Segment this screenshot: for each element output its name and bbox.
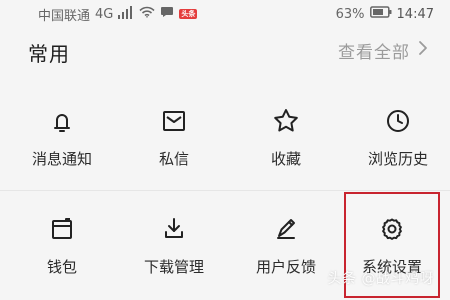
clock-icon bbox=[387, 109, 409, 132]
settings-icon bbox=[382, 218, 402, 240]
watermark: 头条 @战斗鸡呀 bbox=[327, 271, 434, 287]
carrier-name: 中国联通 bbox=[38, 8, 91, 24]
feedback-item[interactable]: 用户反馈 bbox=[230, 192, 342, 298]
history-item[interactable]: 浏览历史 bbox=[342, 84, 450, 190]
signal-icon bbox=[118, 5, 134, 23]
notification-label: 消息通知 bbox=[31, 149, 92, 168]
chevron-right-icon bbox=[418, 40, 428, 61]
feedback-label: 用户反馈 bbox=[255, 257, 316, 276]
view-all-label: 查看全部 bbox=[338, 43, 410, 63]
message-bubble-icon bbox=[160, 5, 174, 23]
favorites-label: 收藏 bbox=[270, 149, 301, 168]
notification-item[interactable]: 消息通知 bbox=[6, 84, 118, 190]
wallet-item[interactable]: 钱包 bbox=[6, 192, 118, 298]
status-bar: 中国联通 4G 头条 63% 14:47 bbox=[0, 0, 450, 28]
network-type: 4G bbox=[95, 6, 114, 22]
download-manager-item[interactable]: 下载管理 bbox=[118, 192, 230, 298]
private-message-item[interactable]: 私信 bbox=[118, 84, 230, 190]
wallet-icon bbox=[52, 217, 72, 239]
favorites-item[interactable]: 收藏 bbox=[230, 84, 342, 190]
status-right: 63% 14:47 bbox=[336, 6, 434, 22]
section-title: 常用 bbox=[28, 42, 70, 66]
wifi-icon bbox=[139, 6, 155, 22]
app-screen: 中国联通 4G 头条 63% 14:47 常用 查看全部 消息通知 私信 收藏 … bbox=[0, 0, 450, 300]
download-manager-label: 下载管理 bbox=[143, 257, 204, 276]
clock-time: 14:47 bbox=[396, 6, 434, 22]
private-message-label: 私信 bbox=[158, 149, 189, 168]
battery-percentage: 63% bbox=[335, 6, 365, 22]
wallet-label: 钱包 bbox=[46, 257, 77, 276]
star-icon bbox=[274, 108, 298, 131]
news-badge: 头条 bbox=[179, 9, 198, 19]
download-icon bbox=[165, 217, 183, 238]
status-left: 中国联通 4G 头条 bbox=[38, 5, 198, 24]
battery-icon bbox=[369, 6, 392, 22]
bell-icon bbox=[54, 113, 70, 132]
grid-divider bbox=[0, 190, 450, 191]
history-label: 浏览历史 bbox=[367, 149, 428, 168]
mail-icon bbox=[163, 110, 185, 131]
feedback-icon bbox=[277, 218, 295, 239]
view-all-link[interactable]: 查看全部 bbox=[338, 38, 428, 63]
